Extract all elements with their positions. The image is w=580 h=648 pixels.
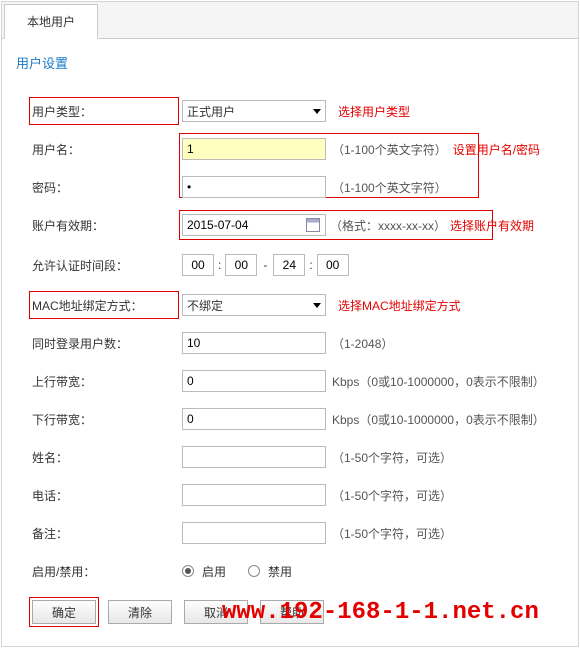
auth-m2-input[interactable] <box>317 254 349 276</box>
hint-concurrent: （1-2048） <box>332 335 393 352</box>
label-remark: 备注： <box>32 525 182 542</box>
label-acct-expiry: 账户有效期： <box>32 217 182 234</box>
chevron-down-icon <box>313 109 321 114</box>
tab-local-users[interactable]: 本地用户 <box>4 4 98 39</box>
sep-colon: : <box>305 258 316 272</box>
tab-row: 本地用户 <box>2 2 578 39</box>
name-input[interactable] <box>182 446 326 468</box>
row-username: 用户名： （1-100个英文字符） 设置用户名/密码 <box>32 138 564 160</box>
select-mac-bind-value: 不绑定 <box>187 297 223 314</box>
label-concurrent: 同时登录用户数： <box>32 335 182 352</box>
hint-up-bw: Kbps（0或10-1000000，0表示不限制） <box>332 373 545 390</box>
hint-mac-bind: 选择MAC地址绑定方式 <box>338 297 461 314</box>
section-title: 用户设置 <box>2 39 578 80</box>
label-username: 用户名： <box>32 141 182 158</box>
hint-down-bw: Kbps（0或10-1000000，0表示不限制） <box>332 411 545 428</box>
select-user-type[interactable]: 正式用户 <box>182 100 326 122</box>
row-up-bw: 上行带宽： Kbps（0或10-1000000，0表示不限制） <box>32 370 564 392</box>
hint-name: （1-50个字符，可选） <box>332 449 452 466</box>
label-enable: 启用/禁用： <box>32 563 182 580</box>
hint-phone: （1-50个字符，可选） <box>332 487 452 504</box>
button-row: 确定 清除 取消 帮助 www.192-168-1-1.net.cn <box>32 600 564 624</box>
row-remark: 备注： （1-50个字符，可选） <box>32 522 564 544</box>
radio-enable-label: 启用 <box>202 563 226 580</box>
auth-m1-input[interactable] <box>225 254 257 276</box>
label-name: 姓名： <box>32 449 182 466</box>
annotation-box <box>29 597 99 627</box>
auth-h1-input[interactable] <box>182 254 214 276</box>
select-mac-bind[interactable]: 不绑定 <box>182 294 326 316</box>
label-password: 密码： <box>32 179 182 196</box>
row-auth-time: 允许认证时间段： : - : <box>32 254 564 276</box>
annotation-box <box>29 97 179 125</box>
radio-enable[interactable] <box>182 565 194 577</box>
annotation-box <box>29 291 179 319</box>
label-down-bw: 下行带宽： <box>32 411 182 428</box>
row-user-type: 用户类型： 正式用户 选择用户类型 <box>32 100 564 122</box>
help-button[interactable]: 帮助 <box>260 600 324 624</box>
hint-remark: （1-50个字符，可选） <box>332 525 452 542</box>
label-up-bw: 上行带宽： <box>32 373 182 390</box>
sep-dash: - <box>257 258 273 272</box>
label-phone: 电话： <box>32 487 182 504</box>
cancel-button[interactable]: 取消 <box>184 600 248 624</box>
row-name: 姓名： （1-50个字符，可选） <box>32 446 564 468</box>
row-enable: 启用/禁用： 启用 禁用 <box>32 560 564 582</box>
radio-disable[interactable] <box>248 565 260 577</box>
auth-h2-input[interactable] <box>273 254 305 276</box>
row-mac-bind: MAC地址绑定方式： 不绑定 选择MAC地址绑定方式 <box>32 294 564 316</box>
phone-input[interactable] <box>182 484 326 506</box>
row-concurrent: 同时登录用户数： （1-2048） <box>32 332 564 354</box>
row-password: 密码： （1-100个英文字符） <box>32 176 564 198</box>
remark-input[interactable] <box>182 522 326 544</box>
down-bw-input[interactable] <box>182 408 326 430</box>
password-input[interactable] <box>182 176 326 198</box>
chevron-down-icon <box>313 303 321 308</box>
radio-disable-label: 禁用 <box>268 563 292 580</box>
label-auth-time: 允许认证时间段： <box>32 257 182 274</box>
select-user-type-value: 正式用户 <box>187 103 235 120</box>
row-acct-expiry: 账户有效期： （格式：xxxx-xx-xx） 选择账户有效期 <box>32 214 564 236</box>
clear-button[interactable]: 清除 <box>108 600 172 624</box>
concurrent-input[interactable] <box>182 332 326 354</box>
hint-password: （1-100个英文字符） <box>332 179 447 196</box>
hint-user-type: 选择用户类型 <box>338 103 410 120</box>
annotation-box <box>179 210 493 240</box>
row-phone: 电话： （1-50个字符，可选） <box>32 484 564 506</box>
sep-colon: : <box>214 258 225 272</box>
up-bw-input[interactable] <box>182 370 326 392</box>
row-down-bw: 下行带宽： Kbps（0或10-1000000，0表示不限制） <box>32 408 564 430</box>
